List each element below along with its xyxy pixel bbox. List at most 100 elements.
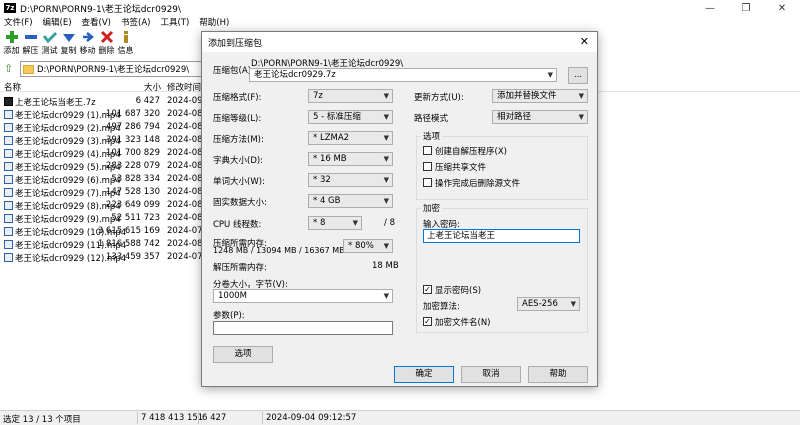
chevron-down-icon: ▼ <box>352 219 358 227</box>
folder-icon <box>23 64 34 74</box>
chevron-down-icon: ▼ <box>383 155 389 163</box>
video-file-icon <box>4 240 13 249</box>
file-size: 101 700 829 <box>105 148 160 158</box>
pathmode-combo[interactable]: 相对路径 ▼ <box>492 110 588 124</box>
column-name[interactable]: 名称 <box>4 81 21 93</box>
file-size: 53 828 334 <box>111 174 160 184</box>
dict-combo[interactable]: * 16 MB ▼ <box>308 152 393 166</box>
copy-button[interactable]: 复制 <box>59 28 78 58</box>
file-name: 老王论坛dcr0929 (2).mp4 <box>15 124 121 134</box>
status-selection: 选定 13 / 13 个项目 <box>3 415 81 425</box>
shared-checkbox[interactable] <box>423 162 432 171</box>
chevron-down-icon: ▼ <box>383 176 389 184</box>
word-value: * 32 <box>313 175 331 185</box>
file-name: 老王论坛dcr0929 (4).mp4 <box>15 150 121 160</box>
help-button[interactable]: 帮助 <box>528 366 588 383</box>
minus-icon <box>24 35 37 39</box>
options-button[interactable]: 选项 <box>213 346 273 363</box>
info-button[interactable]: 信息 <box>116 28 135 58</box>
dialog-close-icon[interactable]: ✕ <box>580 35 589 48</box>
menu-bookmarks[interactable]: 书签(A) <box>121 16 150 28</box>
method-value: * LZMA2 <box>313 133 350 143</box>
file-size: 283 228 079 <box>105 161 160 171</box>
word-combo[interactable]: * 32 ▼ <box>308 173 393 187</box>
move-button[interactable]: 移动 <box>78 28 97 58</box>
status-total-size: 7 418 413 151 <box>141 413 204 423</box>
info-icon <box>123 31 128 43</box>
test-button[interactable]: 测试 <box>40 28 59 58</box>
format-combo[interactable]: 7z ▼ <box>308 89 393 103</box>
params-input[interactable] <box>213 321 393 335</box>
enc-method-combo[interactable]: AES-256 ▼ <box>517 297 580 311</box>
mem-percent-combo[interactable]: * 80% ▼ <box>343 239 393 253</box>
delete-button[interactable]: 删除 <box>97 28 116 58</box>
close-window-button[interactable]: ✕ <box>764 0 800 16</box>
dict-value: * 16 MB <box>313 154 347 164</box>
menu-help[interactable]: 帮助(H) <box>199 16 229 28</box>
plus-icon <box>5 31 18 43</box>
archive-name-combo[interactable]: 老王论坛dcr0929.7z ▼ <box>249 68 557 82</box>
address-field[interactable]: D:\PORN\PORN9-1\老王论坛dcr0929\ <box>20 61 212 77</box>
delete-source-checkbox[interactable] <box>423 178 432 187</box>
mem-decomp-label: 解压所需内存: <box>213 263 267 273</box>
file-size: 52 511 723 <box>111 213 160 223</box>
file-size: 6 427 <box>135 96 160 106</box>
file-size: 223 649 099 <box>105 200 160 210</box>
cancel-button[interactable]: 取消 <box>461 366 521 383</box>
split-combo[interactable]: 1000M ▼ <box>213 289 393 303</box>
window-titlebar: 7z D:\PORN\PORN9-1\老王论坛dcr0929\ — ❐ ✕ <box>0 0 800 16</box>
chevron-down-icon: ▼ <box>383 197 389 205</box>
level-combo[interactable]: 5 - 标准压缩 ▼ <box>308 110 393 124</box>
menu-edit[interactable]: 编辑(E) <box>43 16 72 28</box>
ok-button[interactable]: 确定 <box>394 366 454 383</box>
cpu-combo[interactable]: * 8 ▼ <box>308 216 362 230</box>
move-label: 移动 <box>79 46 96 55</box>
chevron-down-icon: ▼ <box>383 113 389 121</box>
check-icon <box>42 31 57 44</box>
video-file-icon <box>4 149 13 158</box>
split-value: 1000M <box>218 291 247 301</box>
video-file-icon <box>4 188 13 197</box>
format-label: 压缩格式(F): <box>213 93 262 103</box>
video-file-icon <box>4 162 13 171</box>
encrypt-names-checkbox[interactable]: ✓ <box>423 317 432 326</box>
pathmode-value: 相对路径 <box>497 112 532 122</box>
status-date: 2024-09-04 09:12:57 <box>266 413 357 423</box>
chevron-down-icon: ▼ <box>570 300 576 308</box>
app-7zip-icon: 7z <box>4 3 16 13</box>
update-value: 添加并替换文件 <box>497 91 557 101</box>
video-file-icon <box>4 253 13 262</box>
solid-combo[interactable]: * 4 GB ▼ <box>308 194 393 208</box>
column-modified[interactable]: 修改时间 <box>167 81 201 93</box>
sfx-checkbox[interactable] <box>423 146 432 155</box>
cpu-label: CPU 线程数: <box>213 220 262 230</box>
file-name: 老王论坛dcr0929 (6).mp4 <box>15 176 121 186</box>
menu-view[interactable]: 查看(V) <box>82 16 111 28</box>
method-label: 压缩方法(M): <box>213 135 264 145</box>
column-size[interactable]: 大小 <box>144 81 161 93</box>
show-password-checkbox[interactable]: ✓ <box>423 285 432 294</box>
archive-label: 压缩包(A) <box>213 66 251 76</box>
password-input[interactable]: 上老王论坛当老王 <box>423 229 580 243</box>
enc-method-label: 加密算法: <box>423 302 460 312</box>
maximize-button[interactable]: ❐ <box>728 0 764 16</box>
status-selected-size: 6 427 <box>202 413 227 423</box>
dict-label: 字典大小(D): <box>213 156 264 166</box>
browse-button[interactable]: ... <box>568 67 588 84</box>
video-file-icon <box>4 214 13 223</box>
extract-button[interactable]: 解压 <box>21 28 40 58</box>
solid-value: * 4 GB <box>313 196 341 206</box>
menu-file[interactable]: 文件(F) <box>4 16 33 28</box>
mem-percent-value: * 80% <box>348 241 374 251</box>
minimize-button[interactable]: — <box>692 0 728 16</box>
menu-tools[interactable]: 工具(T) <box>160 16 189 28</box>
update-combo[interactable]: 添加并替换文件 ▼ <box>492 89 588 103</box>
encrypt-names-label: 加密文件名(N) <box>435 318 491 328</box>
chevron-down-icon: ▼ <box>383 134 389 142</box>
method-combo[interactable]: * LZMA2 ▼ <box>308 131 393 145</box>
archive-name-value: 老王论坛dcr0929.7z <box>254 70 336 80</box>
up-folder-icon[interactable]: ⇧ <box>4 63 16 75</box>
file-name: 上老王论坛当老王.7z <box>15 98 96 108</box>
delete-source-label: 操作完成后删除源文件 <box>435 179 521 189</box>
add-button[interactable]: 添加 <box>2 28 21 58</box>
